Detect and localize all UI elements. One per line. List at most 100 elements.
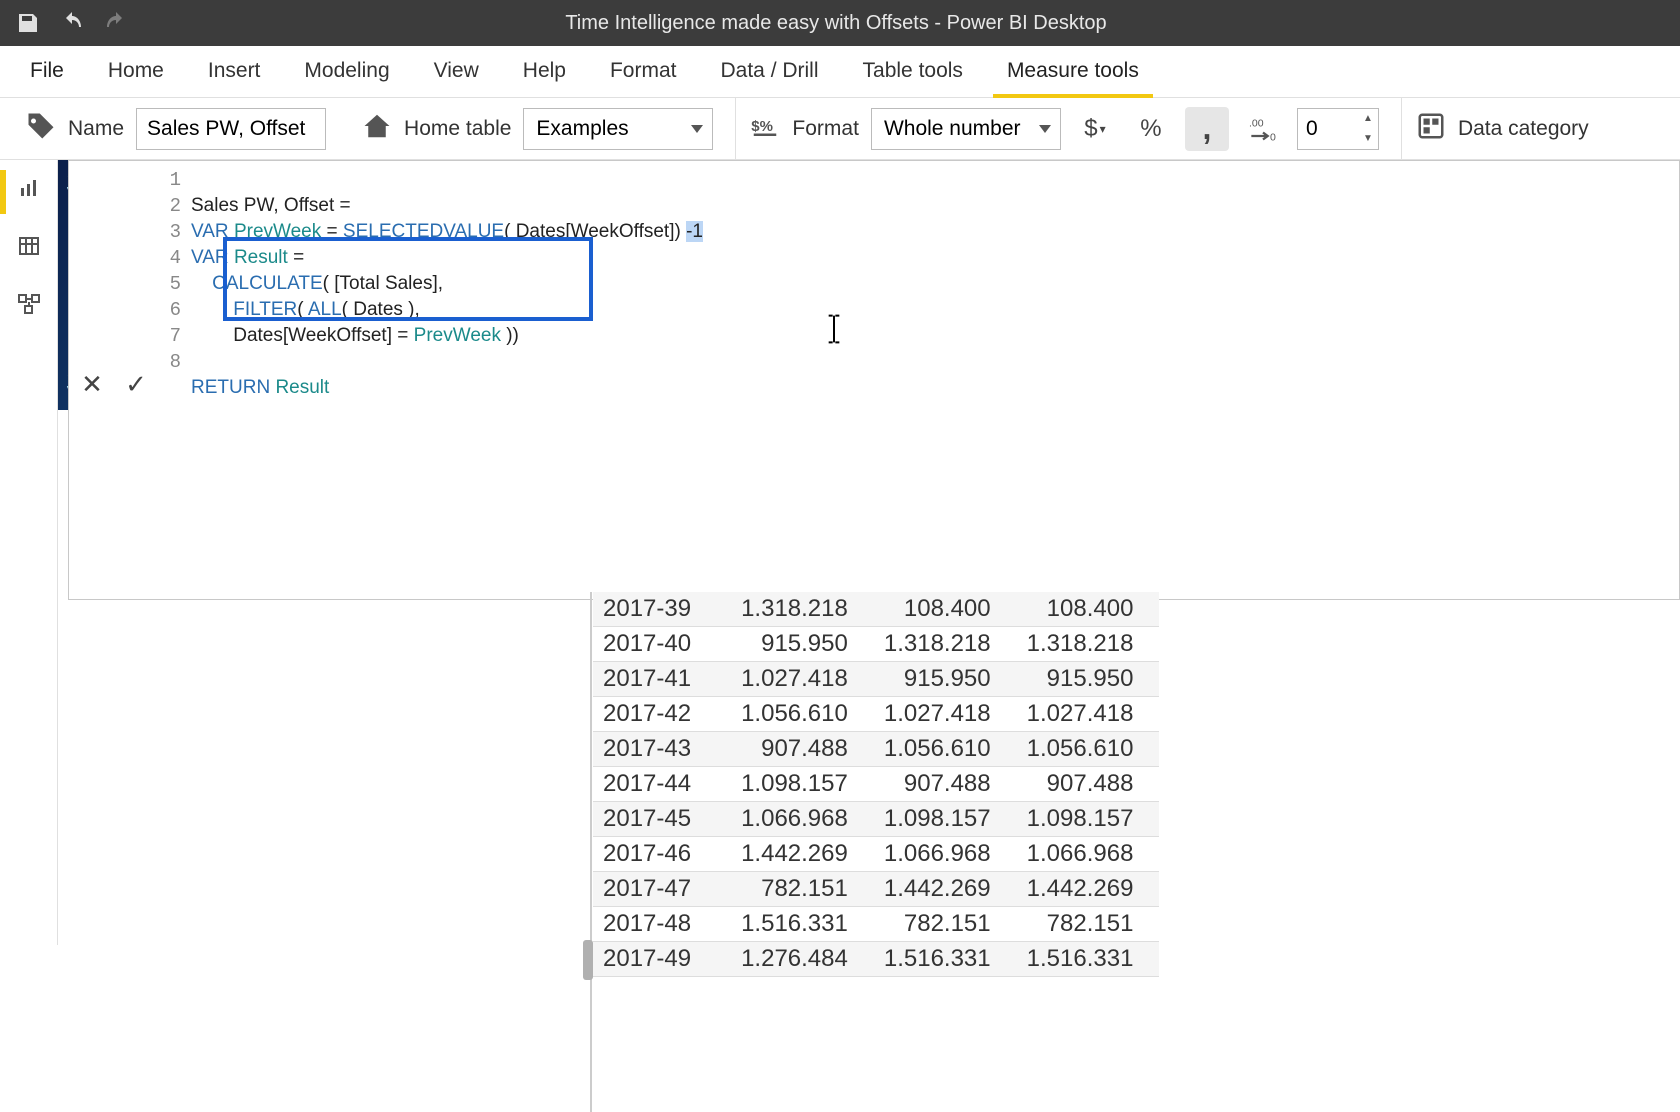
decimals-input[interactable] <box>1298 117 1358 141</box>
table-cell: 108.400 <box>874 592 1017 627</box>
save-icon[interactable] <box>16 11 40 35</box>
tab-modeling[interactable]: Modeling <box>282 47 411 97</box>
spinner-up-icon[interactable]: ▲ <box>1358 109 1378 129</box>
format-select[interactable]: Whole number <box>871 108 1061 150</box>
table-row[interactable]: 2017-421.056.6101.027.4181.027.418 <box>593 697 1159 732</box>
decimal-shift-icon[interactable]: .000 <box>1241 107 1285 151</box>
table-cell: 915.950 <box>874 662 1017 697</box>
table-cell: 1.516.331 <box>874 942 1017 977</box>
table-cell: 2017-39 <box>593 592 731 627</box>
format-label: Format <box>792 117 859 141</box>
table-row[interactable]: 2017-391.318.218108.400108.400 <box>593 592 1159 627</box>
tab-table-tools[interactable]: Table tools <box>841 47 985 97</box>
table-cell: 2017-47 <box>593 872 731 907</box>
home-icon <box>362 111 392 146</box>
tab-file[interactable]: File <box>8 47 86 97</box>
table-row[interactable]: 2017-441.098.157907.488907.488 <box>593 767 1159 802</box>
cancel-formula-button[interactable]: ✕ <box>75 367 109 401</box>
table-cell: 1.098.157 <box>874 802 1017 837</box>
table-cell: 1.516.331 <box>731 907 874 942</box>
table-left-border <box>590 592 592 1112</box>
group-home-table: Home table Examples <box>348 98 727 159</box>
table-cell: 1.056.610 <box>1017 732 1160 767</box>
measure-name-input[interactable] <box>136 108 326 150</box>
table-row[interactable]: 2017-43907.4881.056.6101.056.610 <box>593 732 1159 767</box>
model-view-button[interactable] <box>11 286 47 322</box>
formula-editor[interactable]: Sales PW, Offset = VAR PrevWeek = SELECT… <box>185 161 1679 599</box>
workspace: Sa Su ✕ ✓ 12345678 Sales PW, Offset = VA… <box>0 160 1680 945</box>
thousands-separator-button[interactable]: , <box>1185 107 1229 151</box>
text-cursor-icon <box>825 313 843 345</box>
table-cell: 782.151 <box>874 907 1017 942</box>
table-cell: 915.950 <box>731 627 874 662</box>
line-number-gutter: 12345678 <box>159 161 185 599</box>
group-name: Name <box>12 98 340 159</box>
formula-bar[interactable]: ✕ ✓ 12345678 Sales PW, Offset = VAR Prev… <box>68 160 1680 600</box>
table-cell: 915.950 <box>1017 662 1160 697</box>
table-cell: 2017-40 <box>593 627 731 662</box>
group-data-category: Data category <box>1401 98 1603 159</box>
tab-insert[interactable]: Insert <box>186 47 283 97</box>
table-cell: 907.488 <box>874 767 1017 802</box>
table-row[interactable]: 2017-47782.1511.442.2691.442.269 <box>593 872 1159 907</box>
table-cell: 1.276.484 <box>731 942 874 977</box>
data-table[interactable]: 2017-391.318.218108.400108.4002017-40915… <box>593 592 1680 977</box>
table-cell: 1.098.157 <box>1017 802 1160 837</box>
table-cell: 2017-42 <box>593 697 731 732</box>
tab-view[interactable]: View <box>412 47 501 97</box>
report-view-button[interactable] <box>11 170 47 206</box>
tag-icon <box>26 111 56 146</box>
table-cell: 1.516.331 <box>1017 942 1160 977</box>
spinner-down-icon[interactable]: ▼ <box>1358 129 1378 149</box>
svg-text:.00: .00 <box>1249 117 1264 129</box>
redo-icon <box>104 11 128 35</box>
table-cell: 2017-43 <box>593 732 731 767</box>
report-canvas[interactable]: Sa Su ✕ ✓ 12345678 Sales PW, Offset = VA… <box>58 160 1680 945</box>
code-line-1: Sales PW, Offset = <box>191 195 356 216</box>
ribbon-tabs: File Home Insert Modeling View Help Form… <box>0 46 1680 98</box>
window-title: Time Intelligence made easy with Offsets… <box>128 12 1544 35</box>
titlebar: Time Intelligence made easy with Offsets… <box>0 0 1680 46</box>
percent-button[interactable]: % <box>1129 107 1173 151</box>
table-cell: 2017-49 <box>593 942 731 977</box>
table-cell: 1.066.968 <box>1017 837 1160 872</box>
tab-home[interactable]: Home <box>86 47 186 97</box>
tab-format[interactable]: Format <box>588 47 699 97</box>
scroll-handle[interactable] <box>583 940 593 980</box>
table-cell: 1.318.218 <box>1017 627 1160 662</box>
formula-actions: ✕ ✓ <box>69 161 159 599</box>
table-cell: 2017-48 <box>593 907 731 942</box>
table-cell: 2017-45 <box>593 802 731 837</box>
ribbon-content: Name Home table Examples $% Format Whole… <box>0 98 1680 160</box>
tab-help[interactable]: Help <box>501 47 588 97</box>
name-label: Name <box>68 117 124 141</box>
table-row[interactable]: 2017-481.516.331782.151782.151 <box>593 907 1159 942</box>
home-table-select[interactable]: Examples <box>523 108 713 150</box>
table-row[interactable]: 2017-461.442.2691.066.9681.066.968 <box>593 837 1159 872</box>
table-row[interactable]: 2017-451.066.9681.098.1571.098.157 <box>593 802 1159 837</box>
table-cell: 2017-41 <box>593 662 731 697</box>
table-row[interactable]: 2017-411.027.418915.950915.950 <box>593 662 1159 697</box>
table-cell: 2017-44 <box>593 767 731 802</box>
tab-data-drill[interactable]: Data / Drill <box>699 47 841 97</box>
table-cell: 1.318.218 <box>874 627 1017 662</box>
highlight-box <box>223 237 593 321</box>
table-cell: 108.400 <box>1017 592 1160 627</box>
table-row[interactable]: 2017-40915.9501.318.2181.318.218 <box>593 627 1159 662</box>
decimals-spinner[interactable]: ▲▼ <box>1297 108 1379 150</box>
quick-access-toolbar <box>16 11 128 35</box>
table-cell: 1.066.968 <box>874 837 1017 872</box>
commit-formula-button[interactable]: ✓ <box>119 367 153 401</box>
data-view-button[interactable] <box>11 228 47 264</box>
table-cell: 1.442.269 <box>1017 872 1160 907</box>
table-cell: 1.318.218 <box>731 592 874 627</box>
undo-icon[interactable] <box>60 11 84 35</box>
home-table-label: Home table <box>404 117 511 141</box>
table-cell: 2017-46 <box>593 837 731 872</box>
svg-text:$%: $% <box>752 118 774 135</box>
table-row[interactable]: 2017-491.276.4841.516.3311.516.331 <box>593 942 1159 977</box>
currency-button[interactable]: $▾ <box>1073 107 1117 151</box>
active-view-indicator <box>0 170 6 214</box>
code-line-7 <box>191 351 196 372</box>
tab-measure-tools[interactable]: Measure tools <box>985 47 1161 97</box>
